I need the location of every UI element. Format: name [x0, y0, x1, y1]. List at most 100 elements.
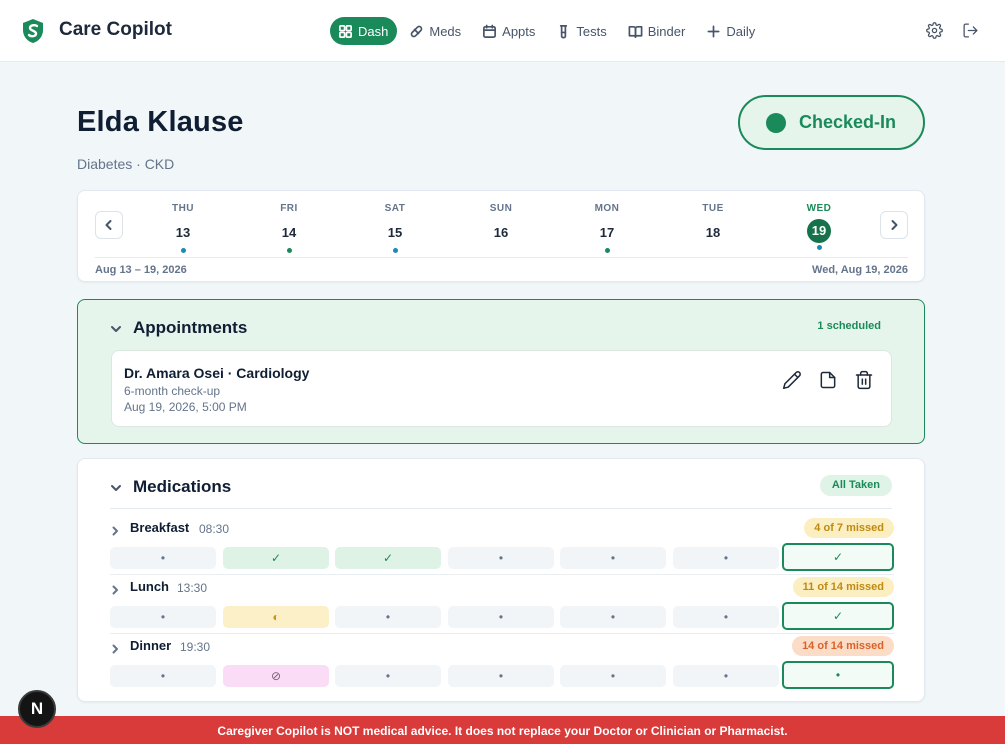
- dose-cell-empty[interactable]: •: [560, 665, 666, 687]
- day-indicator-dot: [180, 248, 186, 253]
- dose-cell-today[interactable]: ✓: [782, 602, 894, 630]
- day-name: FRI: [280, 203, 298, 214]
- meal-divider: [110, 574, 894, 575]
- medications-divider: [110, 508, 892, 509]
- delete-appointment-button[interactable]: [854, 370, 874, 390]
- meal-header[interactable]: Lunch 13:30 11 of 14 missed: [110, 577, 894, 599]
- calendar-day-fri[interactable]: FRI 14: [264, 203, 314, 253]
- meal-name: Dinner: [130, 638, 172, 653]
- calendar-day-sun[interactable]: SUN 16: [476, 203, 526, 253]
- selected-date: Wed, Aug 19, 2026: [812, 264, 908, 276]
- dose-cell-today[interactable]: •: [782, 661, 894, 689]
- dose-cell-empty[interactable]: •: [335, 606, 441, 628]
- appointment-card[interactable]: Dr. Amara Osei · Cardiology 6-month chec…: [111, 350, 892, 427]
- dose-cell-empty[interactable]: •: [335, 665, 441, 687]
- missed-count-badge: 11 of 14 missed: [792, 577, 894, 597]
- dose-cell-empty[interactable]: •: [560, 547, 666, 569]
- week-range: Aug 13 – 19, 2026: [95, 264, 187, 276]
- dose-cell-empty[interactable]: •: [673, 547, 779, 569]
- dose-cell-today[interactable]: ✓: [782, 543, 894, 571]
- pencil-icon: [782, 371, 801, 390]
- meal-header[interactable]: Dinner 19:30 14 of 14 missed: [110, 636, 894, 658]
- meal-row-dinner: Dinner 19:30 14 of 14 missed • ⊘ • • • • •: [110, 636, 894, 689]
- day-indicator-dot: [499, 248, 504, 253]
- dose-cell-taken[interactable]: ✓: [223, 547, 329, 569]
- dose-cell-empty[interactable]: •: [110, 665, 216, 687]
- day-indicator-dot: [286, 248, 292, 253]
- day-name: WED: [806, 203, 832, 214]
- nav-binder-label: Binder: [647, 23, 686, 39]
- day-indicator-dot: [604, 248, 610, 253]
- nav-meds-label: Meds: [429, 23, 462, 39]
- medications-status-badge: All Taken: [819, 475, 892, 496]
- day-name: TUE: [702, 203, 724, 214]
- app-title: Care Copilot: [59, 19, 172, 40]
- checkin-status-button[interactable]: Checked-In: [738, 95, 925, 150]
- dose-cell-skipped[interactable]: ⊘: [223, 665, 329, 687]
- medications-header[interactable]: Medications: [110, 477, 231, 497]
- medications-section: Medications All Taken Breakfast 08:30 4 of…: [77, 458, 925, 702]
- day-number: 18: [705, 225, 721, 240]
- appointment-time: Aug 19, 2026, 5:00 PM: [124, 400, 247, 414]
- dose-cell-empty[interactable]: •: [448, 547, 554, 569]
- nav-binder[interactable]: Binder: [620, 17, 695, 45]
- dose-cell-empty[interactable]: •: [673, 606, 779, 628]
- calendar-day-mon[interactable]: MON 17: [582, 203, 632, 253]
- nav-appts-label: Appts: [502, 23, 536, 39]
- chevron-down-icon: [110, 481, 122, 493]
- dose-cell-empty[interactable]: •: [448, 665, 554, 687]
- checkin-label: Checked-In: [799, 112, 897, 132]
- day-name: SAT: [384, 203, 406, 214]
- nav-tests-label: Tests: [576, 23, 607, 39]
- settings-button[interactable]: [926, 22, 943, 39]
- plus-icon: [707, 25, 720, 37]
- notes-appointment-button[interactable]: [818, 370, 838, 390]
- logout-button[interactable]: [962, 22, 979, 39]
- nav-dash-label: Dash: [358, 23, 389, 39]
- meal-header[interactable]: Breakfast 08:30 4 of 7 missed: [110, 518, 894, 540]
- dose-cells: • ✓ ✓ • • • ✓: [110, 543, 894, 571]
- logout-icon: [963, 23, 978, 38]
- dev-tools-badge[interactable]: N: [18, 690, 56, 728]
- prev-week-button[interactable]: [95, 211, 123, 239]
- calendar-day-wed[interactable]: WED 19: [794, 203, 844, 250]
- chevron-right-icon: [110, 641, 120, 654]
- calendar-day-thu[interactable]: THU 13: [158, 203, 208, 253]
- day-number: 13: [175, 225, 191, 240]
- dose-cell-empty[interactable]: •: [448, 606, 554, 628]
- dose-cell-empty[interactable]: •: [560, 606, 666, 628]
- appointments-header[interactable]: Appointments: [110, 318, 247, 338]
- meal-time: 08:30: [199, 522, 230, 536]
- calendar-day-tue[interactable]: TUE 18: [688, 203, 738, 253]
- day-indicator-dot: [392, 248, 398, 253]
- appointment-doctor: Dr. Amara Osei · Cardiology: [124, 365, 310, 381]
- appointments-count: 1 scheduled: [817, 320, 881, 332]
- day-number: 16: [493, 225, 509, 240]
- day-indicator-dot: [711, 248, 716, 253]
- patient-conditions: Diabetes · CKD: [77, 156, 175, 172]
- missed-count-badge: 14 of 14 missed: [792, 636, 894, 656]
- chevron-right-icon: [110, 582, 120, 595]
- dose-cell-empty[interactable]: •: [673, 665, 779, 687]
- shield-logo-icon: [23, 19, 43, 43]
- dose-cell-empty[interactable]: •: [110, 547, 216, 569]
- calendar-day-sat[interactable]: SAT 15: [370, 203, 420, 253]
- nav-appts[interactable]: Appts: [474, 17, 544, 45]
- week-calendar: THU 13 FRI 14 SAT 15 SUN 16 MON 17 TUE 18 WED 19 Aug …: [77, 190, 925, 282]
- next-week-button[interactable]: [880, 211, 908, 239]
- dose-cell-taken[interactable]: ✓: [335, 547, 441, 569]
- edit-appointment-button[interactable]: [782, 370, 802, 390]
- book-icon: [628, 25, 643, 38]
- nav-meds[interactable]: Meds: [401, 17, 470, 45]
- status-dot-icon: [766, 112, 786, 133]
- day-name: THU: [171, 203, 195, 214]
- patient-name: Elda Klause: [77, 106, 244, 138]
- dose-cell-partial[interactable]: ◐: [223, 606, 329, 628]
- calendar-divider: [95, 257, 908, 258]
- dose-cell-empty[interactable]: •: [110, 606, 216, 628]
- test-tube-icon: [560, 24, 568, 38]
- nav-daily[interactable]: Daily: [698, 17, 764, 45]
- nav-dash[interactable]: Dash: [330, 17, 398, 45]
- nav-tests[interactable]: Tests: [548, 17, 615, 45]
- appointments-section: Appointments 1 scheduled Dr. Amara Osei …: [77, 299, 925, 444]
